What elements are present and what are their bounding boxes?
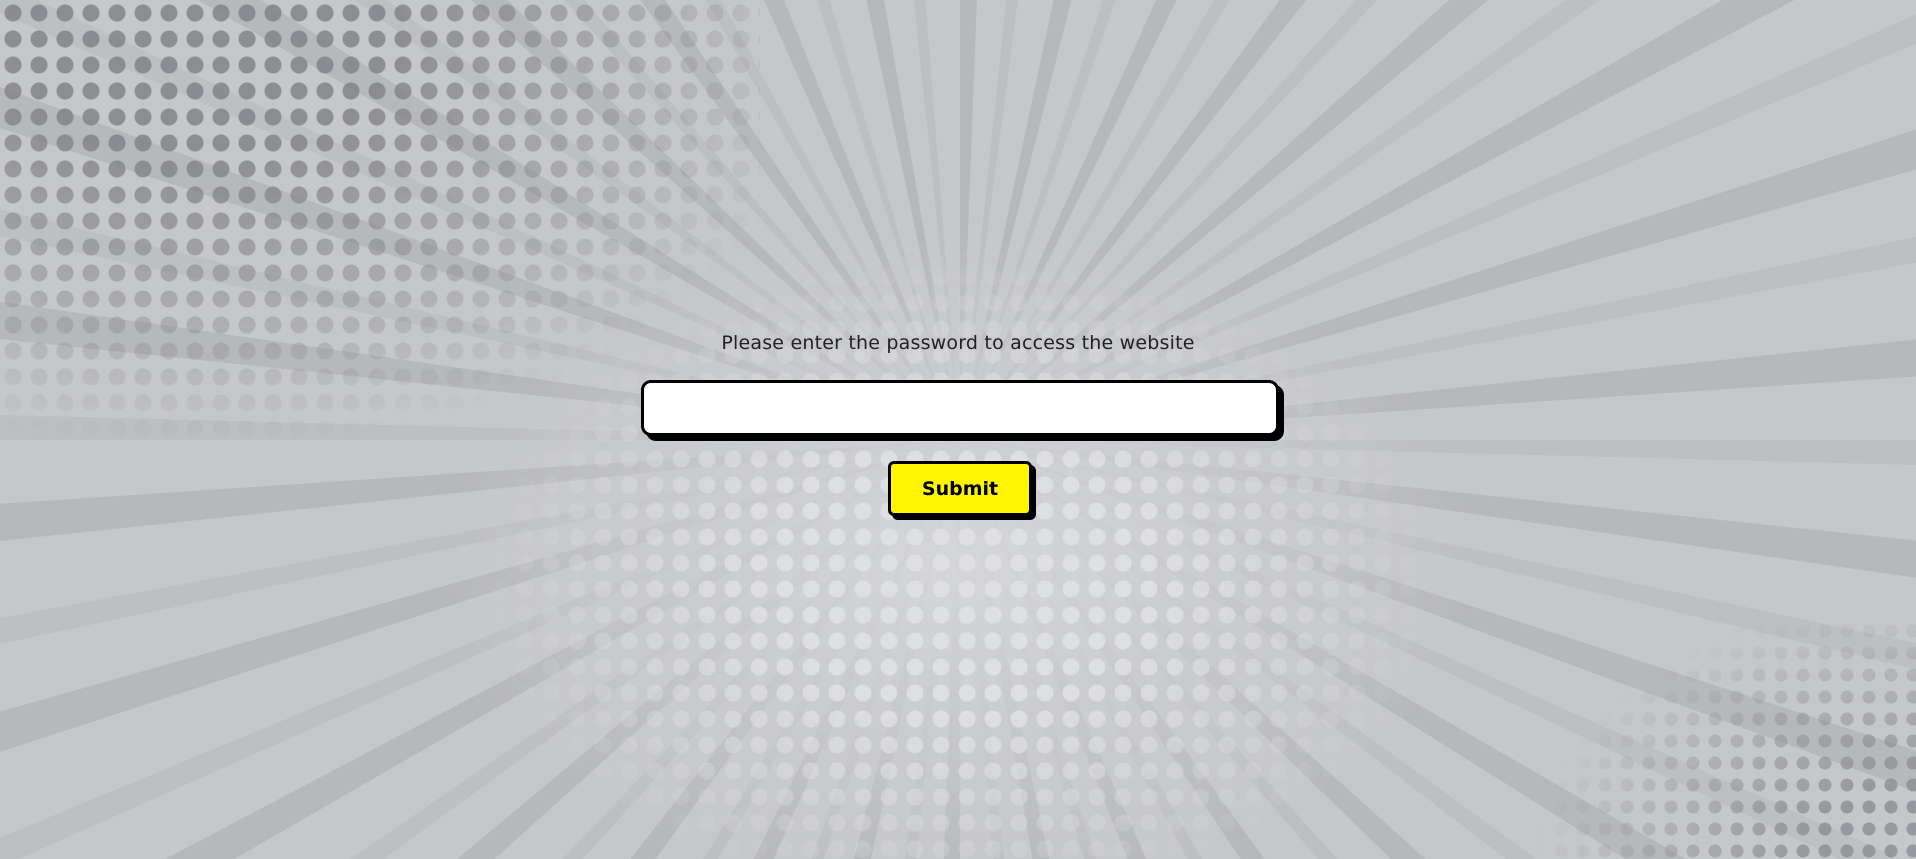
- password-prompt: Please enter the password to access the …: [721, 332, 1195, 354]
- submit-button[interactable]: Submit: [888, 461, 1032, 516]
- password-gate: Please enter the password to access the …: [0, 0, 1916, 859]
- password-input[interactable]: [641, 380, 1279, 436]
